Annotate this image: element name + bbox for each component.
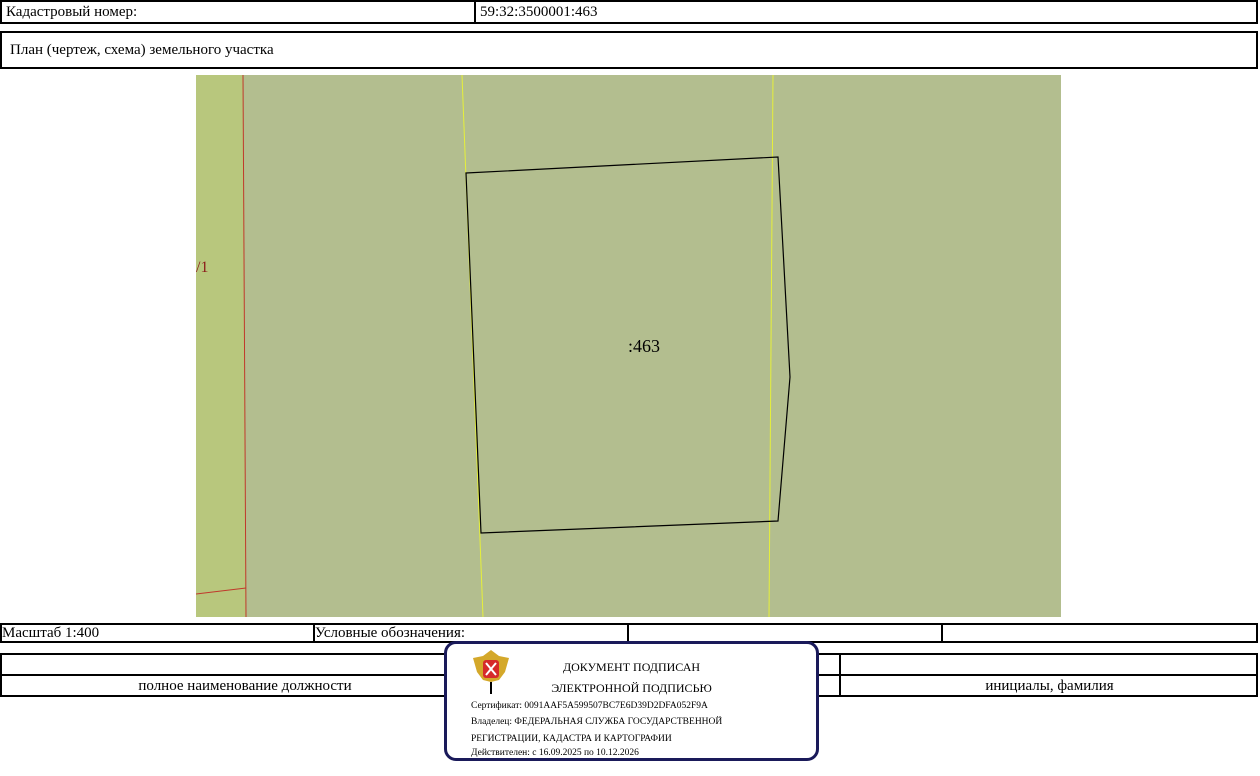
plan-title-cell: План (чертеж, схема) земельного участка: [0, 31, 1258, 69]
legend-text: Условные обозначения:: [315, 625, 466, 641]
cadastral-label: Кадастровый номер:: [6, 4, 138, 20]
parcel-map: /1 :463: [195, 74, 1061, 618]
parcel-label: :463: [628, 336, 661, 356]
neighbor-strip: [196, 75, 246, 617]
e-signature-stamp: ДОКУМЕНТ ПОДПИСАН ЭЛЕКТРОННОЙ ПОДПИСЬЮ С…: [444, 641, 819, 761]
stamp-line1: ДОКУМЕНТ ПОДПИСАН: [562, 660, 701, 674]
cadastral-label-cell: Кадастровый номер:: [0, 0, 476, 24]
stamp-owner2: РЕГИСТРАЦИИ, КАДАСТРА И КАРТОГРАФИИ: [471, 734, 672, 744]
stamp-owner1: Владелец: ФЕДЕРАЛЬНАЯ СЛУЖБА ГОСУДАРСТВЕ…: [471, 717, 723, 727]
name-caption: инициалы, фамилия: [985, 678, 1114, 694]
plan-title: План (чертеж, схема) земельного участка: [10, 42, 274, 58]
neighbor-label: /1: [196, 259, 209, 276]
position-caption: полное наименование должности: [138, 678, 352, 694]
stamp-valid: Действителен: с 16.09.2025 по 10.12.2026: [471, 748, 639, 758]
cadastral-value-cell: 59:32:3500001:463: [474, 0, 1258, 24]
stamp-line2: ЭЛЕКТРОННОЙ ПОДПИСЬЮ: [551, 681, 712, 695]
stamp-certificate: Сертификат: 0091AAF5A599507BC7E6D39D2DFA…: [471, 701, 708, 711]
scale-text: Масштаб 1:400: [2, 625, 100, 641]
divider: [627, 623, 629, 643]
cadastral-value: 59:32:3500001:463: [480, 4, 598, 20]
divider: [941, 623, 943, 643]
